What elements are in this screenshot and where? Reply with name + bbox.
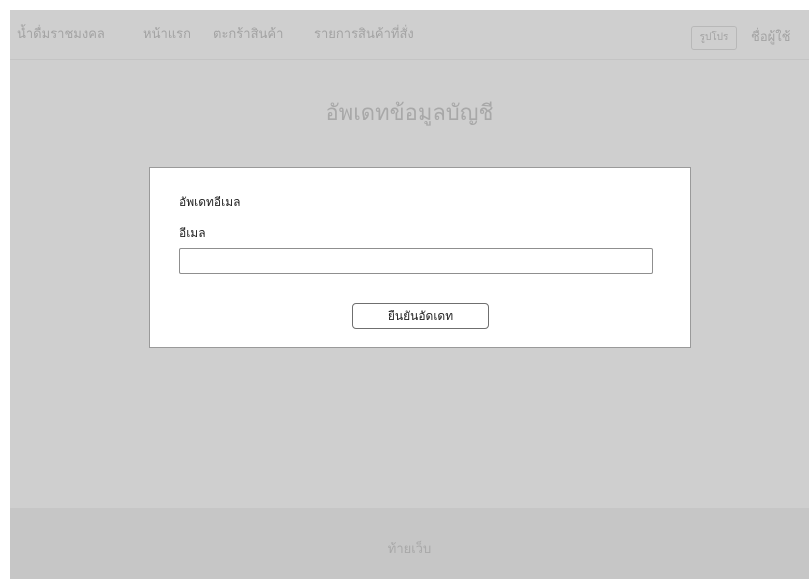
email-label: อีเมล (179, 226, 206, 240)
app-frame: น้ำดื่มราชมงคล หน้าแรก ตะกร้าสินค้า รายก… (10, 10, 809, 579)
dialog-title: อัพเดทอีเมล (179, 195, 241, 209)
confirm-update-button[interactable]: ยืนยันอัดเดท (352, 303, 489, 329)
profile-picture-button[interactable]: รูปโปร (691, 26, 737, 50)
navbar: น้ำดื่มราชมงคล หน้าแรก ตะกร้าสินค้า รายก… (10, 10, 809, 60)
page-title: อัพเดทข้อมูลบัญชี (325, 101, 494, 126)
username-link[interactable]: ชื่อผู้ใช้ (751, 26, 790, 47)
nav-home-link[interactable]: หน้าแรก (143, 23, 191, 44)
email-input[interactable] (179, 248, 653, 274)
nav-cart-link[interactable]: ตะกร้าสินค้า (213, 23, 283, 44)
nav-brand-link[interactable]: น้ำดื่มราชมงคล (17, 23, 105, 44)
update-email-dialog: อัพเดทอีเมล อีเมล ยืนยันอัดเดท (149, 167, 691, 348)
nav-orders-link[interactable]: รายการสินค้าที่สั่ง (314, 23, 414, 44)
footer: ท้ายเว็บ (10, 508, 809, 579)
footer-text: ท้ายเว็บ (387, 542, 432, 557)
